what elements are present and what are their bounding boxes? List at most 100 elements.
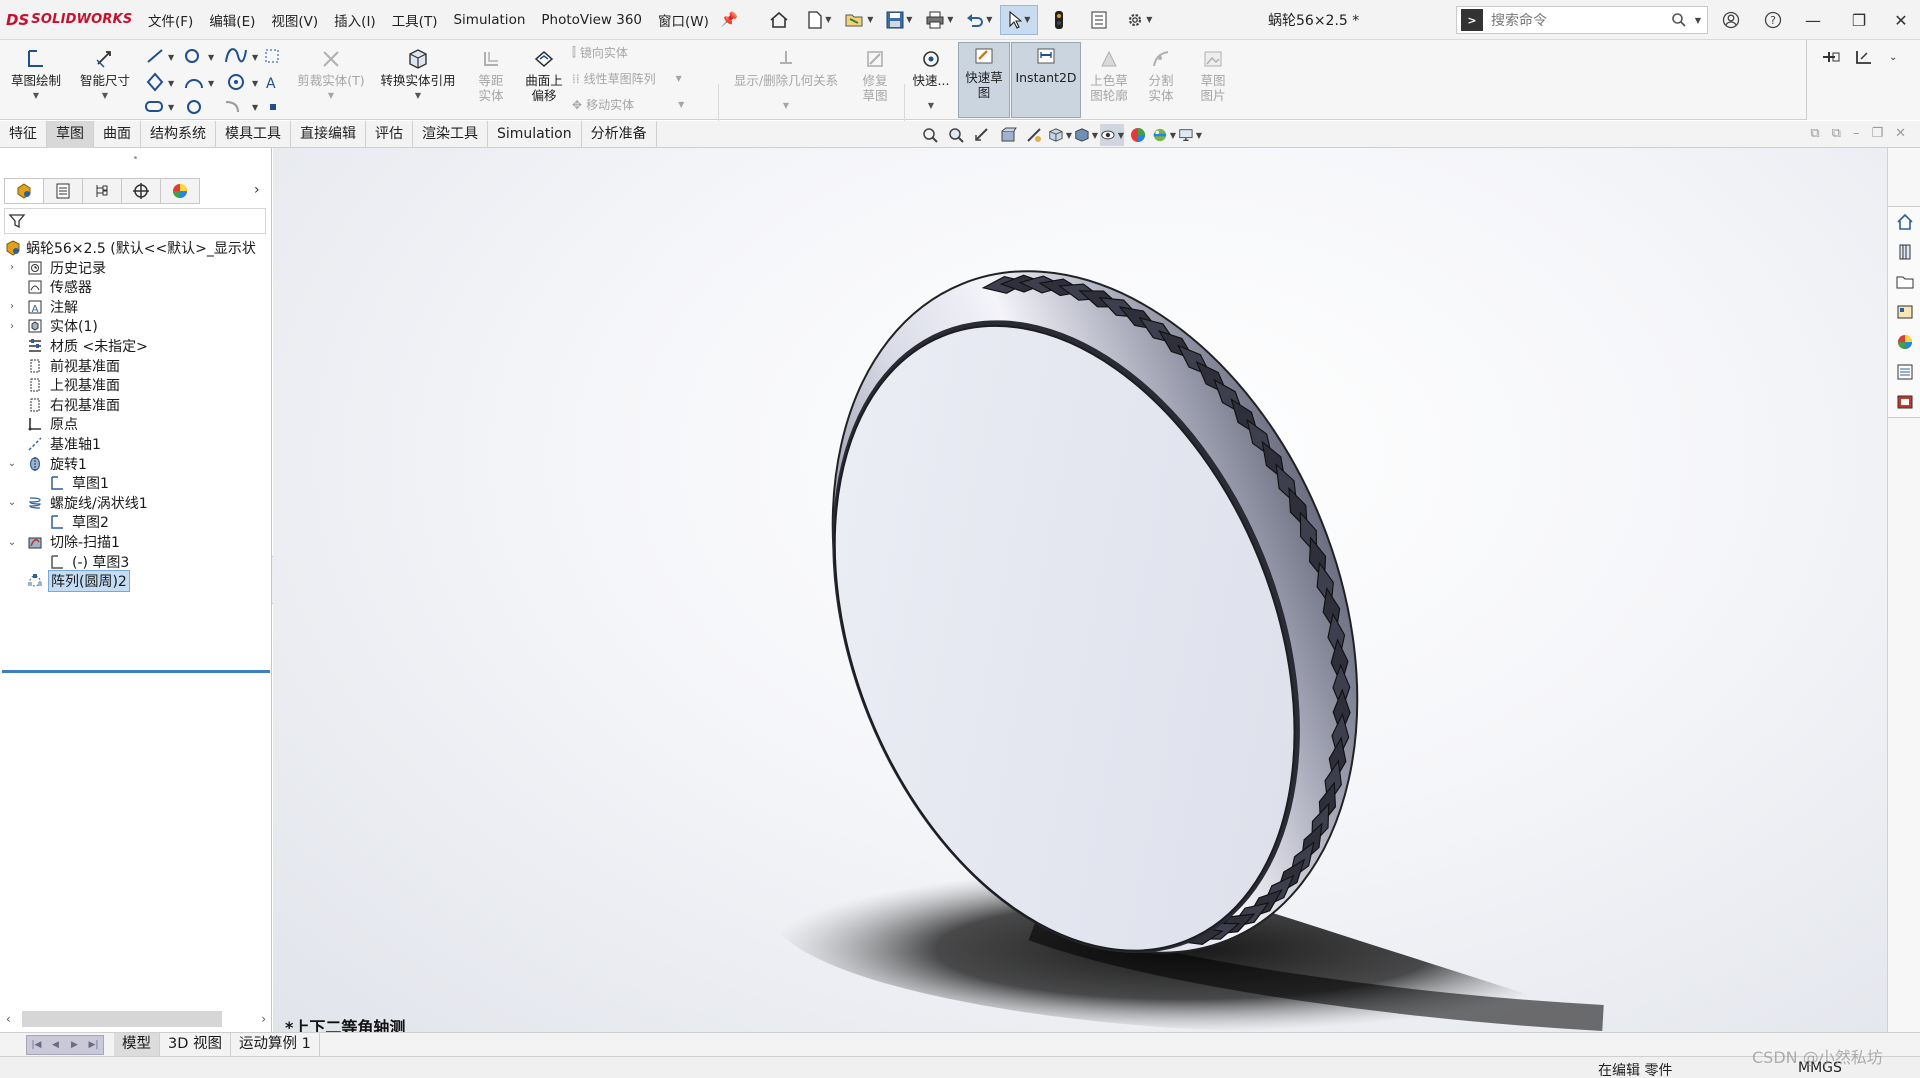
tile-right-icon[interactable]: ⧉	[1832, 126, 1841, 141]
menu-photoview[interactable]: PhotoView 360	[533, 12, 650, 28]
chevron-down-icon[interactable]: ▼	[986, 15, 992, 24]
design-library-tab[interactable]	[1888, 237, 1920, 267]
chevron-down-icon[interactable]: ▼	[1066, 131, 1072, 140]
chevron-down-icon[interactable]: ▼	[1024, 15, 1030, 24]
menu-simulation[interactable]: Simulation	[445, 12, 533, 28]
file-properties-button[interactable]	[1080, 5, 1118, 35]
chevron-down-icon[interactable]: ▼	[906, 15, 912, 24]
chevron-down-icon[interactable]: ▼	[1092, 131, 1098, 140]
first-tab-icon[interactable]: |◀	[27, 1036, 46, 1054]
hide-show-items-button[interactable]: ▼	[1100, 124, 1124, 146]
open-button[interactable]: ▼	[840, 5, 878, 35]
tab-surfaces[interactable]: 曲面	[94, 121, 141, 148]
search-box[interactable]: > 搜索命令 ▼	[1456, 6, 1708, 34]
chevron-down-icon[interactable]: ▼	[1146, 15, 1152, 24]
next-tab-icon[interactable]: ▶	[65, 1036, 84, 1054]
dynamic-annotation-button[interactable]	[1022, 124, 1046, 146]
close-icon[interactable]: ✕	[1895, 126, 1906, 141]
tree-filter[interactable]	[4, 208, 266, 234]
zoom-to-fit-button[interactable]	[918, 124, 942, 146]
home-button[interactable]	[760, 5, 798, 35]
previous-tab-icon[interactable]: ◀	[46, 1036, 65, 1054]
restore-button[interactable]: ❐	[1836, 0, 1882, 40]
tab-property-manager[interactable]	[43, 178, 83, 204]
tab-simulation[interactable]: Simulation	[488, 121, 582, 148]
tab-configuration-manager[interactable]	[82, 178, 122, 204]
panel-grip[interactable]: •	[0, 148, 271, 170]
close-window-button[interactable]: ✕	[1878, 0, 1920, 40]
zoom-to-area-button[interactable]	[944, 124, 968, 146]
account-button[interactable]	[1708, 0, 1754, 40]
display-style-button[interactable]: ▼	[1074, 124, 1098, 146]
menu-tools[interactable]: 工具(T)	[384, 10, 446, 30]
chevron-down-icon[interactable]: ▼	[1695, 16, 1701, 25]
collapse-icon[interactable]: ⌄	[6, 458, 18, 469]
tab-dimxpert-manager[interactable]	[121, 178, 161, 204]
repair-sketch-button[interactable]: 修复草图	[850, 46, 900, 103]
previous-view-button[interactable]	[970, 124, 994, 146]
menu-file[interactable]: 文件(F)	[140, 10, 201, 30]
tab-analysis-prep[interactable]: 分析准备	[582, 121, 657, 148]
offset-on-surface-button[interactable]: 曲面上偏移	[518, 46, 570, 103]
chevron-right-icon[interactable]: ›	[254, 182, 260, 198]
tab-feature-manager[interactable]	[4, 178, 44, 204]
undo-button[interactable]: ▼	[960, 5, 998, 35]
view-palette-tab[interactable]	[1888, 297, 1920, 327]
shaded-sketch-contours-button[interactable]: 上色草图轮廓	[1084, 46, 1134, 103]
restore-icon[interactable]: ❐	[1871, 126, 1883, 141]
file-explorer-tab[interactable]	[1888, 267, 1920, 297]
chevron-down-icon[interactable]: ▼	[908, 98, 954, 113]
trim-entities-button[interactable]: 剪裁实体(T) ▼	[294, 46, 368, 103]
quick-snaps-button[interactable]: 快速... ▼	[908, 46, 954, 113]
tab-render-tools[interactable]: 渲染工具	[413, 121, 488, 148]
expand-icon[interactable]: ›	[6, 321, 18, 332]
tab-evaluate[interactable]: 评估	[366, 121, 413, 148]
chevron-down-icon[interactable]: ▼	[1170, 131, 1176, 140]
chevron-down-icon[interactable]: ▼	[722, 98, 850, 113]
menu-window[interactable]: 窗口(W)	[650, 10, 717, 30]
minimize-button[interactable]: —	[1790, 0, 1836, 40]
tab-3d-view[interactable]: 3D 视图	[160, 1032, 231, 1057]
chevron-down-icon[interactable]: ▼	[6, 88, 66, 103]
chevron-down-icon[interactable]: ▼	[1196, 131, 1202, 140]
tab-direct-editing[interactable]: 直接编辑	[291, 121, 366, 148]
expand-icon[interactable]: ›	[6, 262, 18, 273]
menu-view[interactable]: 视图(V)	[263, 10, 326, 30]
rapid-sketch-button[interactable]: 快速草图	[958, 42, 1010, 118]
chevron-down-icon[interactable]: ▼	[678, 100, 684, 109]
collapse-icon[interactable]: ⌄	[6, 537, 18, 548]
sketch-picture-button[interactable]: 草图图片	[1188, 46, 1238, 103]
view-settings-button[interactable]: ▼	[1178, 124, 1202, 146]
move-entities-button[interactable]: ✥ 移动实体 ▼	[572, 96, 684, 113]
tab-structure-system[interactable]: 结构系统	[141, 121, 216, 148]
chevron-right-icon[interactable]: ›	[261, 1012, 266, 1026]
ribbon-pin-tools[interactable]: ⌄	[1821, 48, 1901, 66]
chevron-down-icon[interactable]: ▼	[72, 88, 138, 103]
print-button[interactable]: ▼	[920, 5, 958, 35]
search-icon[interactable]	[1671, 12, 1687, 28]
chevron-down-icon[interactable]: ▼	[294, 88, 368, 103]
split-entities-button[interactable]: 分割实体	[1136, 46, 1186, 103]
expand-icon[interactable]: ›	[6, 301, 18, 312]
chevron-left-icon[interactable]: ‹	[6, 1012, 11, 1026]
chevron-down-icon[interactable]: ▼	[947, 15, 953, 24]
new-button[interactable]: ▼	[800, 5, 838, 35]
chevron-down-icon[interactable]: ▼	[1118, 131, 1124, 140]
solidworks-logo[interactable]: DS SOLIDWORKS	[0, 11, 140, 29]
custom-properties-tab[interactable]	[1888, 357, 1920, 387]
view-orientation-button[interactable]: ▼	[1048, 124, 1072, 146]
tab-features[interactable]: 特征	[0, 121, 47, 148]
solidworks-forum-tab[interactable]	[1888, 387, 1920, 417]
tree-horizontal-scrollbar[interactable]: ‹ ›	[4, 1010, 268, 1028]
mirror-entities-button[interactable]: ⫿ 镜向实体	[572, 44, 628, 61]
solidworks-resources-tab[interactable]	[1888, 207, 1920, 237]
worm-gear-model[interactable]	[273, 148, 1887, 1032]
pin-icon[interactable]: 📌	[721, 12, 738, 28]
tree-item-circular-pattern2[interactable]: 阵列(圆周)2	[0, 569, 272, 593]
chevron-down-icon[interactable]: ▼	[676, 74, 682, 83]
tab-motion-study[interactable]: 运动算例 1	[231, 1032, 320, 1057]
select-button[interactable]: ▼	[1000, 4, 1039, 35]
graphics-area[interactable]: *上下二等角轴测	[273, 148, 1887, 1032]
linear-pattern-button[interactable]: ⁞⁞ 线性草图阵列 ▼	[572, 70, 682, 87]
tab-model[interactable]: 模型	[114, 1032, 160, 1057]
